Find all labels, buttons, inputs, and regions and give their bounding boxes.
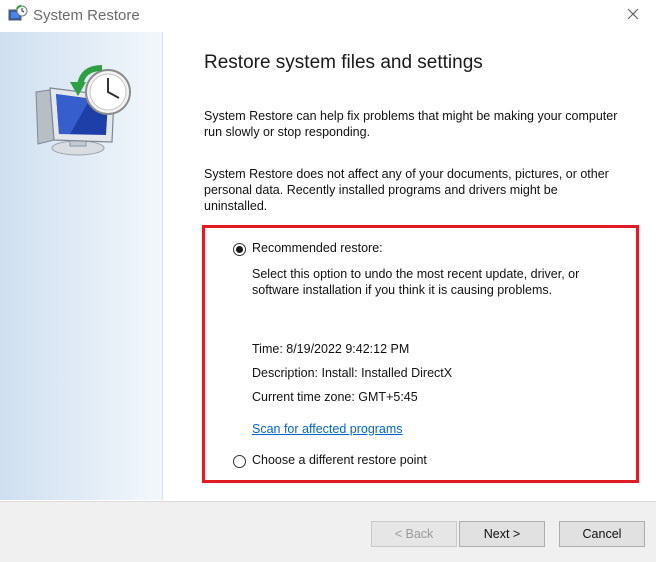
next-button[interactable]: Next > bbox=[459, 521, 545, 547]
footer-bar: < Back Next > Cancel bbox=[0, 501, 656, 562]
main-content: Restore system files and settings System… bbox=[163, 32, 656, 500]
recommended-restore-label[interactable]: Recommended restore: bbox=[252, 241, 383, 255]
cancel-button[interactable]: Cancel bbox=[559, 521, 645, 547]
different-restore-point-radio[interactable] bbox=[233, 455, 246, 468]
restore-timezone: Current time zone: GMT+5:45 bbox=[252, 390, 418, 404]
title-bar: System Restore bbox=[0, 0, 656, 32]
window-title: System Restore bbox=[33, 7, 140, 24]
recommended-restore-description: Select this option to undo the most rece… bbox=[252, 267, 580, 297]
scan-affected-programs-link[interactable]: Scan for affected programs bbox=[252, 422, 403, 436]
recommended-restore-radio[interactable] bbox=[233, 243, 246, 256]
system-restore-icon bbox=[8, 5, 28, 25]
monitor-with-clock-icon bbox=[30, 62, 134, 158]
close-button[interactable] bbox=[610, 0, 656, 32]
restore-time: Time: 8/19/2022 9:42:12 PM bbox=[252, 342, 410, 356]
sidebar-banner bbox=[0, 32, 163, 500]
different-restore-point-label[interactable]: Choose a different restore point bbox=[252, 453, 427, 467]
intro-text: System Restore can help fix problems tha… bbox=[204, 109, 618, 139]
back-button[interactable]: < Back bbox=[371, 521, 457, 547]
restore-options-highlight: Recommended restore: Select this option … bbox=[202, 225, 639, 483]
page-title: Restore system files and settings bbox=[204, 52, 483, 73]
close-icon bbox=[627, 7, 639, 25]
data-safety-text: System Restore does not affect any of yo… bbox=[204, 167, 609, 213]
restore-description: Description: Install: Installed DirectX bbox=[252, 366, 453, 380]
